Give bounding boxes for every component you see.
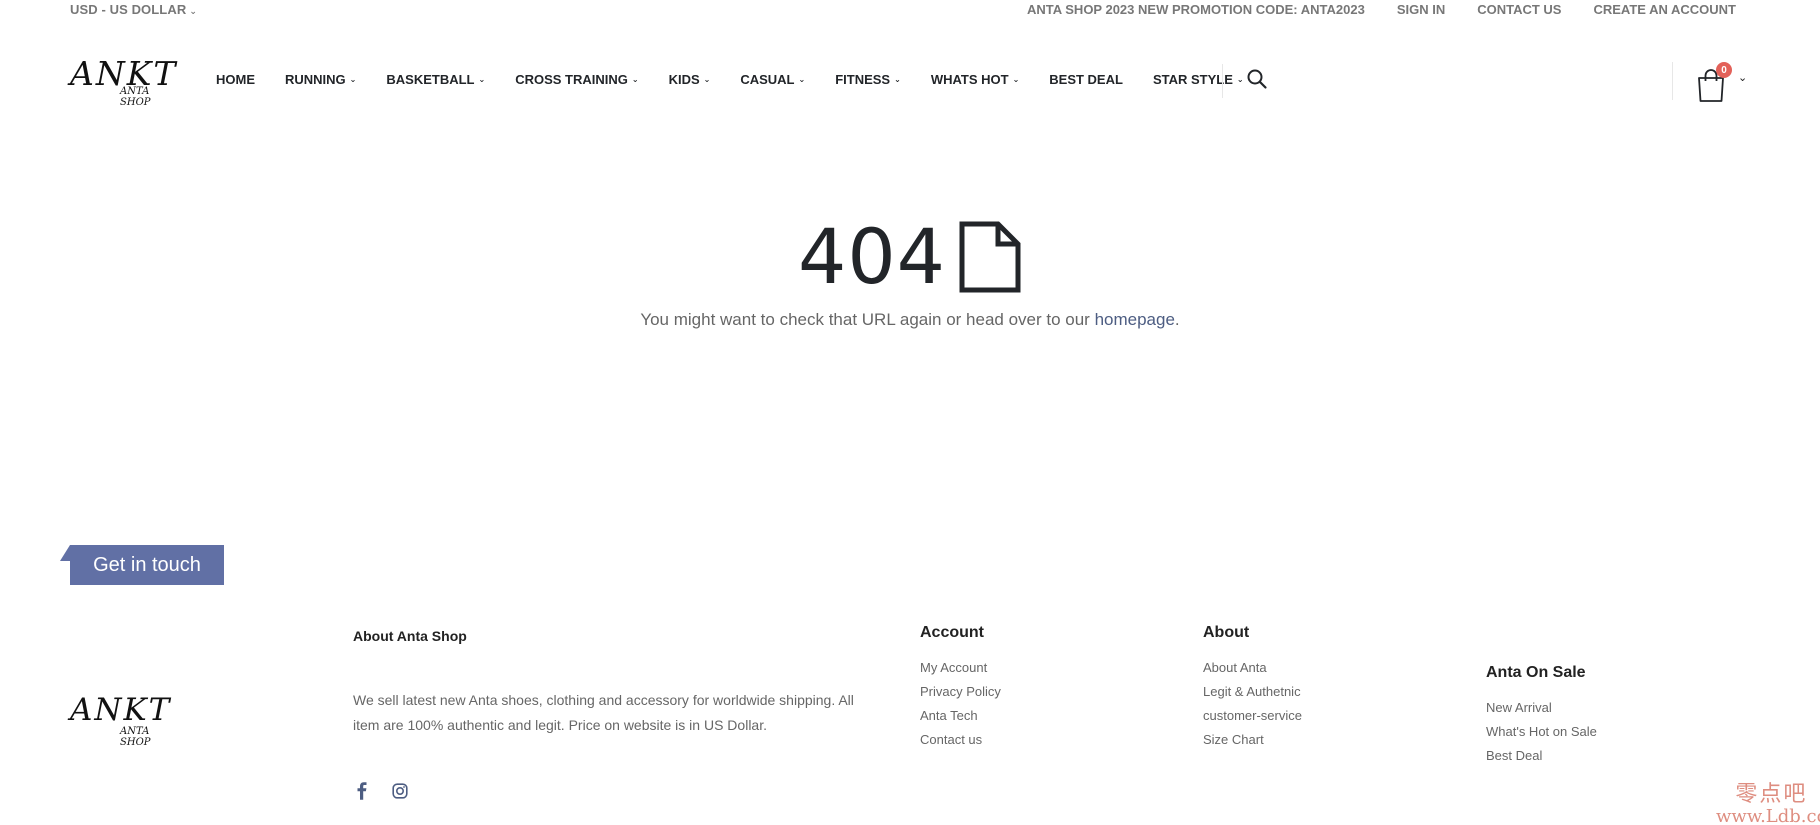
about-shop-title: About Anta Shop [353, 628, 467, 644]
error-message: You might want to check that URL again o… [0, 310, 1820, 330]
nav-item-label: KIDS [668, 72, 700, 87]
currency-switcher[interactable]: USD - US DOLLAR ⌄ [70, 2, 197, 17]
chevron-down-icon: ⌄ [894, 75, 901, 84]
footer-link[interactable]: What's Hot on Sale [1486, 720, 1726, 744]
about-shop-text: We sell latest new Anta shoes, clothing … [353, 692, 854, 733]
nav-item-label: BASKETBALL [386, 72, 475, 87]
facebook-link[interactable] [353, 782, 371, 800]
footer-link[interactable]: New Arrival [1486, 696, 1726, 720]
chevron-down-icon: ⌄ [189, 6, 197, 16]
nav-item-casual[interactable]: CASUAL ⌄ [740, 72, 805, 87]
get-in-touch-tab [60, 545, 70, 561]
account-title: Account [920, 624, 984, 641]
footer-logo-main: ANKT [70, 692, 172, 728]
chevron-down-icon: ⌄ [349, 75, 357, 84]
footer-link[interactable]: Anta Tech [920, 704, 1160, 728]
nav-item-label: RUNNING [285, 72, 346, 87]
create-account-link[interactable]: CREATE AN ACCOUNT [1593, 2, 1736, 17]
nav-item-kids[interactable]: KIDS ⌄ [669, 72, 711, 87]
homepage-link[interactable]: homepage [1095, 310, 1175, 329]
cart-divider [1672, 62, 1673, 100]
nav-divider [1222, 64, 1223, 98]
instagram-link[interactable] [391, 782, 409, 800]
about-title: About [1203, 624, 1250, 641]
cart-count-badge: 0 [1716, 62, 1732, 78]
chevron-down-icon: ⌄ [631, 75, 639, 84]
chevron-down-icon: ⌄ [478, 75, 486, 84]
footer-link[interactable]: About Anta [1203, 656, 1443, 680]
error-section: 404 [0, 212, 1820, 301]
chevron-down-icon: ⌄ [1236, 75, 1244, 84]
nav-item-label: FITNESS [835, 72, 891, 87]
watermark: 零点吧 www.Ldb.cc [1716, 776, 1820, 825]
logo-sub: ANTA SHOP [120, 86, 151, 108]
footer-link[interactable]: Size Chart [1203, 728, 1443, 752]
contact-us-link[interactable]: CONTACT US [1477, 2, 1561, 17]
nav-item-label: BEST DEAL [1049, 72, 1123, 87]
footer-link[interactable]: Best Deal [1486, 744, 1726, 768]
main-nav: HOME RUNNING ⌄ BASKETBALL ⌄ CROSS TRAINING ⌄ KI… [216, 72, 1274, 87]
chevron-down-icon: ⌄ [798, 75, 806, 84]
nav-item-label: STAR STYLE [1152, 72, 1233, 87]
nav-item-running[interactable]: RUNNING ⌄ [285, 72, 356, 87]
header: ANKT ANTA SHOP HOME RUNNING ⌄ BASKETBALL ⌄ CR… [0, 40, 1820, 120]
footer-logo-sub: ANTA SHOP [120, 726, 151, 748]
footer-link[interactable]: My Account [920, 656, 1160, 680]
nav-item-best-deal[interactable]: BEST DEAL [1049, 72, 1123, 87]
nav-item-fitness[interactable]: FITNESS ⌄ [835, 72, 901, 87]
error-code: 404 [797, 212, 947, 301]
footer-link[interactable]: Privacy Policy [920, 680, 1160, 704]
nav-item-label: CROSS TRAINING [515, 72, 628, 87]
nav-item-whats-hot[interactable]: WHATS HOT ⌄ [931, 72, 1019, 87]
nav-item-basketball[interactable]: BASKETBALL ⌄ [386, 72, 485, 87]
nav-item-label: CASUAL [740, 72, 795, 87]
get-in-touch-banner: Get in touch [70, 545, 224, 585]
chevron-down-icon[interactable]: ⌄ [1738, 71, 1747, 84]
watermark-cn: 零点吧 [1735, 782, 1808, 807]
error-heading: 404 [798, 212, 1022, 301]
nav-item-cross-training[interactable]: CROSS TRAINING ⌄ [515, 72, 638, 87]
social-links [353, 782, 409, 800]
footer-col-about: About About Anta Legit & Authetnic custo… [1203, 624, 1443, 752]
about-shop: About Anta Shop We sell latest new Anta … [353, 628, 883, 738]
footer-link[interactable]: Contact us [920, 728, 1160, 752]
chevron-down-icon: ⌄ [1012, 75, 1020, 84]
watermark-site: www.Ldb.cc [1716, 806, 1820, 825]
nav-item-label: HOME [216, 72, 255, 87]
search-button[interactable] [1246, 68, 1270, 92]
sign-in-link[interactable]: SIGN IN [1397, 2, 1445, 17]
cart-button[interactable]: 0 ⌄ [1696, 62, 1752, 102]
logo[interactable]: ANKT ANTA SHOP [70, 54, 180, 108]
error-message-text: You might want to check that URL again o… [640, 310, 1095, 329]
footer-link[interactable]: Legit & Authetnic [1203, 680, 1443, 704]
chevron-down-icon: ⌄ [703, 75, 711, 84]
footer-col-account: Account My Account Privacy Policy Anta T… [920, 624, 1160, 752]
facebook-icon [357, 782, 367, 800]
currency-label: USD - US DOLLAR [70, 2, 187, 17]
promo-text[interactable]: ANTA SHOP 2023 NEW PROMOTION CODE: ANTA2… [1027, 2, 1365, 17]
top-bar: USD - US DOLLAR ⌄ ANTA SHOP 2023 NEW PROM… [0, 0, 1820, 22]
file-icon [959, 221, 1021, 292]
footer-col-sale: Anta On Sale New Arrival What's Hot on S… [1486, 664, 1726, 768]
search-icon [1247, 69, 1267, 89]
sale-title: Anta On Sale [1486, 664, 1586, 681]
footer-logo[interactable]: ANKT ANTA SHOP [70, 692, 180, 748]
footer-link[interactable]: customer-service [1203, 704, 1443, 728]
instagram-icon [392, 783, 408, 799]
nav-item-label: WHATS HOT [930, 72, 1009, 87]
nav-item-star-style[interactable]: STAR STYLE ⌄ [1153, 72, 1244, 87]
nav-item-home[interactable]: HOME [216, 72, 255, 87]
top-links: ANTA SHOP 2023 NEW PROMOTION CODE: ANTA2… [1027, 2, 1736, 17]
error-message-suffix: . [1174, 310, 1180, 329]
